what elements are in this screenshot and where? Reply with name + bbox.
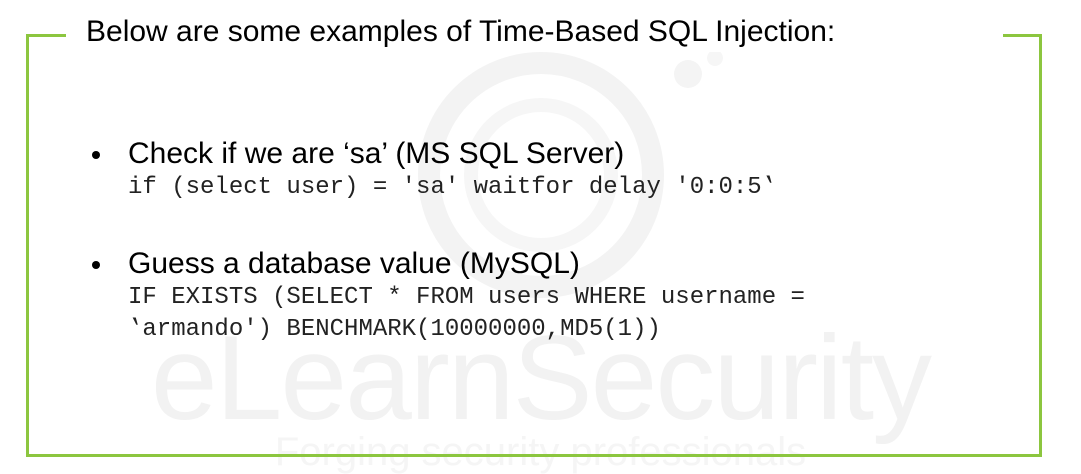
code-line: ‛armando') BENCHMARK(10000000,MD5(1)): [128, 316, 661, 343]
slide: eLearnSecurity Forging security professi…: [0, 0, 1081, 474]
code-line: if (select user) = 'sa' waitfor delay '0…: [128, 174, 777, 201]
bullet-label: Guess a database value (MySQL): [128, 247, 580, 280]
bullet-list: Check if we are ‘sa’ (MS SQL Server) if …: [0, 0, 1081, 474]
bullet-dot-icon: [92, 261, 100, 269]
bullet-dot-icon: [92, 151, 100, 159]
code-line: IF EXISTS (SELECT * FROM users WHERE use…: [128, 284, 805, 311]
bullet-label: Check if we are ‘sa’ (MS SQL Server): [128, 137, 625, 170]
